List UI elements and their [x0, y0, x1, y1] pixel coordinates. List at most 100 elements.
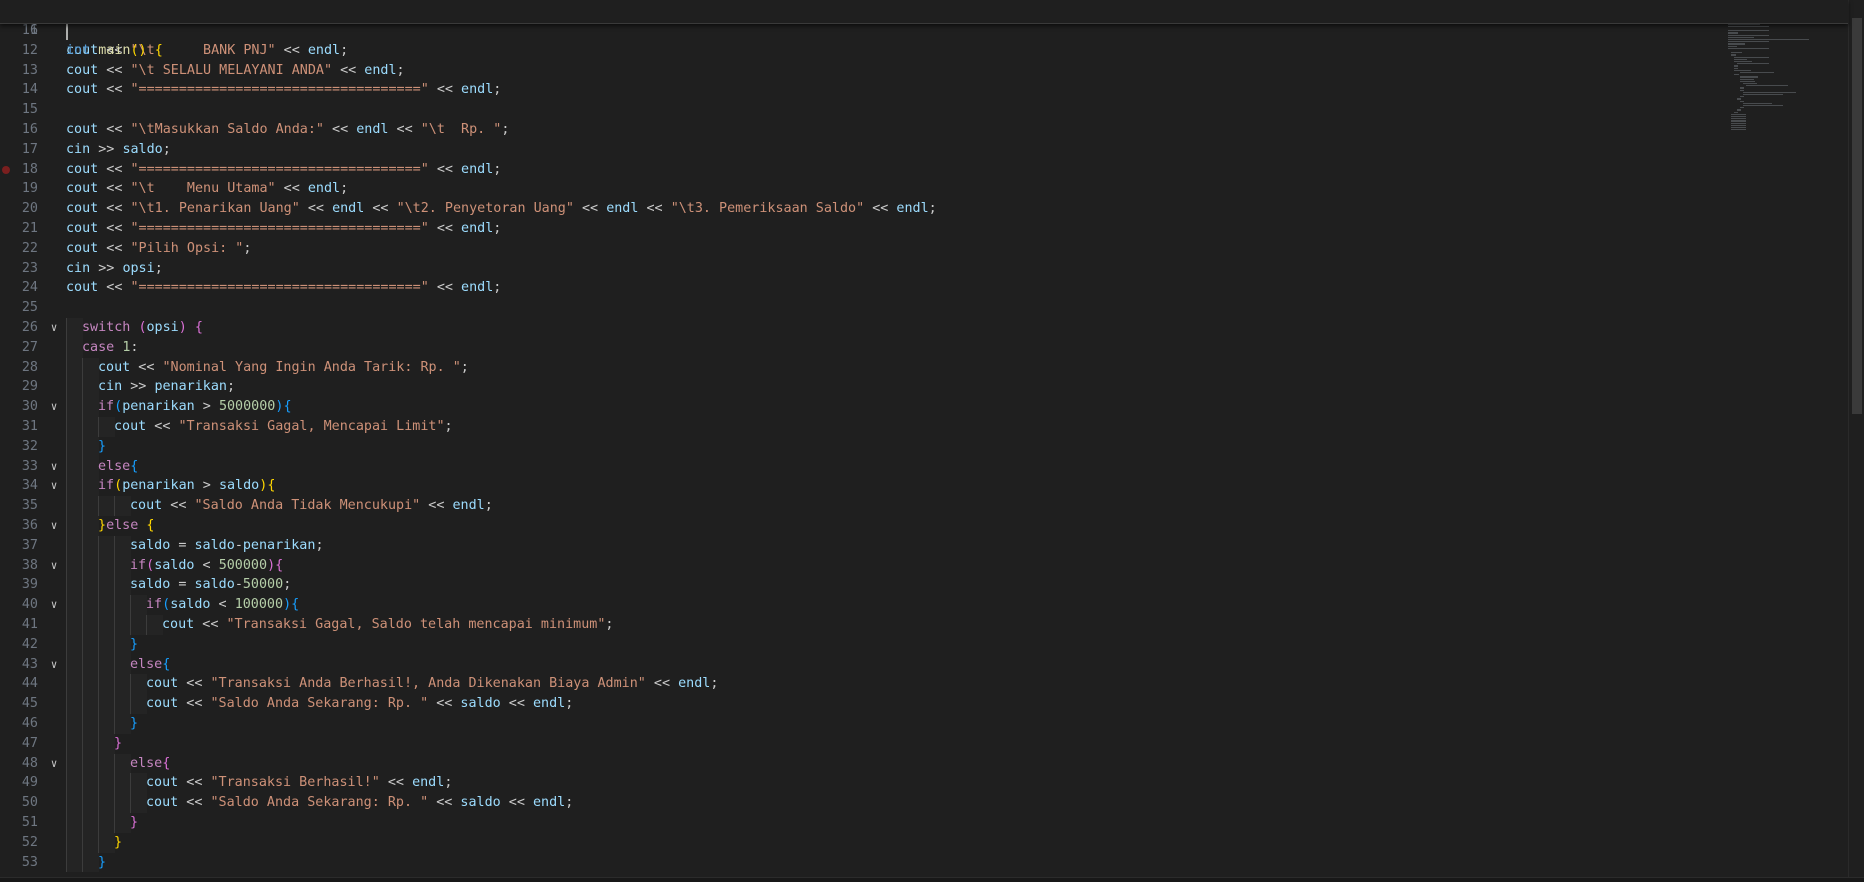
indent-guide [82, 832, 99, 853]
code-token: "Saldo Anda Sekarang: Rp. " [210, 696, 429, 712]
code-token: << [428, 280, 462, 296]
code-token: endl [532, 696, 566, 712]
code-line[interactable]: 29 cin >> penarikan; [0, 377, 1725, 398]
code-line[interactable]: 44 cout << "Transaksi Anda Berhasil!, And… [0, 674, 1725, 695]
fold-chevron-icon[interactable]: ∨ [47, 457, 61, 477]
indent-guide [82, 634, 99, 655]
code-text: case 1: [82, 338, 138, 358]
code-line[interactable]: 30 ∨ if(penarikan > 5000000){ [0, 397, 1725, 417]
code-line[interactable]: 40 ∨ if(saldo < 100000){ [0, 595, 1725, 615]
code-line[interactable]: 43 ∨ else{ [0, 654, 1725, 675]
vertical-scrollbar[interactable] [1848, 0, 1864, 877]
code-token: ( [114, 399, 123, 415]
code-token: 100000 [234, 597, 284, 613]
code-line[interactable]: 32} [0, 436, 1725, 457]
fold-chevron-icon[interactable]: ∨ [47, 556, 61, 576]
fold-chevron-icon[interactable]: ∨ [47, 516, 61, 536]
code-token: { [267, 478, 276, 494]
minimap[interactable] [1724, 0, 1848, 877]
sticky-line[interactable]: 6 int main() { [0, 1, 1725, 58]
indent-guide [82, 516, 99, 536]
code-token: saldo [130, 537, 171, 553]
code-line[interactable]: 51} [0, 813, 1725, 833]
code-line[interactable]: 23 cin >> opsi; [0, 259, 1725, 279]
indent-guide [66, 476, 83, 497]
code-line[interactable]: 48 ∨ else{ [0, 753, 1725, 774]
fold-chevron-icon[interactable]: ∨ [47, 595, 61, 615]
code-line[interactable]: 52} [0, 832, 1725, 853]
code-line[interactable]: 37 saldo = saldo-penarikan; [0, 535, 1725, 556]
indent-guide [82, 357, 99, 378]
code-text: if(penarikan > 5000000){ [98, 397, 292, 417]
code-text: } [98, 853, 106, 873]
code-line[interactable]: 13 cout << "\t SELALU MELAYANI ANDA" << e… [0, 61, 1725, 81]
code-token: : [130, 339, 139, 355]
code-text: cout << "Saldo Anda Sekarang: Rp. " << s… [146, 694, 573, 714]
code-line[interactable]: 22 cout << "Pilih Opsi: "; [0, 239, 1725, 259]
code-line[interactable]: 17 cin >> saldo; [0, 140, 1725, 160]
code-token: penarikan [154, 379, 227, 395]
code-token: main [98, 42, 131, 58]
code-line[interactable]: 26 ∨ switch (opsi) { [0, 318, 1725, 338]
code-area[interactable]: 11 12 cout << "\t BANK PNJ" << endl; 13 cout… [0, 21, 1848, 877]
code-line[interactable]: 53} [0, 852, 1725, 873]
fold-chevron-icon[interactable]: ∨ [47, 754, 61, 774]
indent-guide [66, 832, 83, 853]
code-token: cout [146, 676, 179, 692]
code-token: saldo [122, 141, 163, 157]
minimap-line [1731, 127, 1746, 129]
code-token: << [299, 201, 333, 217]
code-line[interactable]: 42} [0, 634, 1725, 655]
indent-guide [114, 793, 131, 813]
code-line[interactable]: 20 cout << "\t1. Penarikan Uang" << endl … [0, 199, 1725, 219]
code-line[interactable]: 33 ∨ else{ [0, 456, 1725, 477]
code-line[interactable]: 36 ∨}else { [0, 516, 1725, 536]
code-line[interactable]: 35 cout << "Saldo Anda Tidak Mencukupi" <… [0, 496, 1725, 516]
scrollbar-thumb[interactable] [1852, 18, 1862, 414]
fold-chevron-icon[interactable]: ∨ [47, 318, 61, 338]
code-token: << [428, 82, 462, 98]
code-line[interactable]: 47} [0, 733, 1725, 754]
indent-guide [130, 595, 147, 615]
code-line[interactable]: 41 cout << "Transaksi Gagal, Saldo telah … [0, 615, 1725, 635]
code-token: case [82, 339, 115, 355]
line-number: 38 [21, 557, 38, 573]
code-line[interactable]: 50 cout << "Saldo Anda Sekarang: Rp. " <<… [0, 793, 1725, 813]
sticky-scroll-header[interactable]: 6 int main() { [0, 0, 1848, 58]
code-text: cout << "Transaksi Berhasil!" << endl; [146, 773, 452, 793]
line-number: 34 [21, 478, 38, 494]
code-token: ; [493, 82, 502, 98]
minimap-line [1731, 116, 1746, 118]
code-line[interactable]: 46} [0, 714, 1725, 734]
code-line[interactable]: 28 cout << "Nominal Yang Ingin Anda Tarik… [0, 357, 1725, 378]
code-line[interactable]: 39 saldo = saldo-50000; [0, 575, 1725, 596]
code-line[interactable]: 14 cout << "=============================… [0, 80, 1725, 100]
code-line[interactable]: 49 cout << "Transaksi Berhasil!" << endl; [0, 773, 1725, 794]
fold-chevron-icon[interactable]: ∨ [47, 476, 61, 496]
code-line[interactable]: 27 case 1: [0, 337, 1725, 358]
indent-guide [66, 535, 83, 556]
code-token: else [98, 458, 131, 474]
code-token: >> [90, 141, 123, 157]
code-line[interactable]: 25 [0, 298, 1725, 318]
indent-guide [66, 852, 83, 873]
fold-chevron-icon[interactable]: ∨ [47, 397, 61, 417]
code-token: endl [606, 201, 639, 217]
code-line[interactable]: 16 cout << "\tMasukkan Saldo Anda:" << en… [0, 120, 1725, 140]
code-line[interactable]: 18 cout << "=============================… [0, 160, 1725, 180]
fold-chevron-icon[interactable]: ∨ [47, 655, 61, 675]
code-token: << [98, 161, 131, 177]
code-line[interactable]: 12 cout << "\t BANK PNJ" << endl; [0, 41, 1725, 61]
code-line[interactable]: 45 cout << "Saldo Anda Sekarang: Rp. " <<… [0, 694, 1725, 714]
indent-guide [98, 595, 115, 615]
code-line[interactable]: 24 cout << "=============================… [0, 278, 1725, 298]
code-line[interactable]: 15 [0, 100, 1725, 120]
code-editor[interactable]: 6 int main() { 11 12 cout << "\t BANK PNJ"… [0, 0, 1864, 882]
code-line[interactable]: 34 ∨ if(penarikan > saldo){ [0, 476, 1725, 497]
code-line[interactable]: 31 cout << "Transaksi Gagal, Mencapai Lim… [0, 417, 1725, 437]
line-number: 24 [21, 280, 38, 296]
code-line[interactable]: 38 ∨ if(saldo < 500000){ [0, 555, 1725, 576]
code-line[interactable]: 21 cout << "=============================… [0, 219, 1725, 239]
code-line[interactable]: 19 cout << "\t Menu Utama" << endl; [0, 179, 1725, 199]
